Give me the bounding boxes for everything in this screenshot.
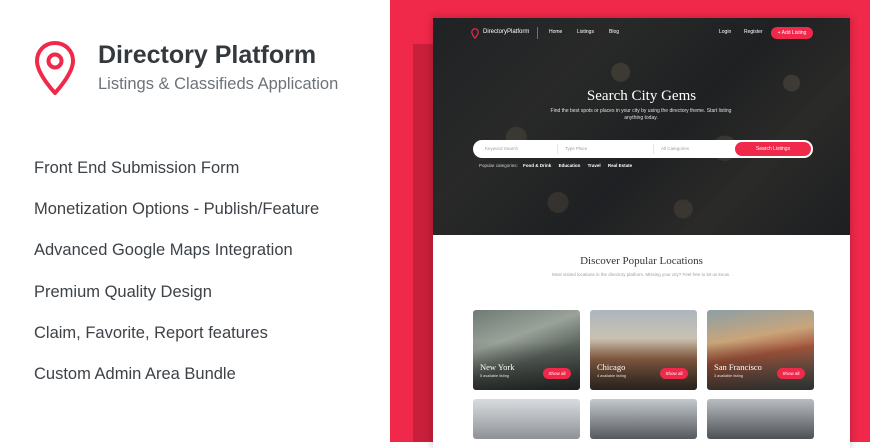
location-name: San Francisco [714,362,762,372]
search-divider [557,144,558,154]
hero-overlay [433,18,850,235]
category-chip[interactable]: Education [559,163,581,168]
hero-description: Find the best spots or places in your ci… [550,108,732,121]
location-name: Chicago [597,362,626,372]
location-card[interactable] [473,399,580,439]
location-card[interactable] [707,399,814,439]
product-title: Directory Platform [98,41,317,69]
nav-link-blog[interactable]: Blog [609,29,619,35]
search-listings-button[interactable]: Search Listings [735,142,811,156]
location-card-chicago[interactable]: Chicago 4 available listing Show all [590,310,697,390]
search-divider [653,144,654,154]
location-count: 3 available listing [714,374,743,378]
nav-login-link[interactable]: Login [719,29,731,35]
top-nav: DirectoryPlatform Home Listings Blog Log… [433,18,850,48]
nav-link-listings[interactable]: Listings [577,29,594,35]
show-all-button[interactable]: Show all [543,368,571,379]
hero-title: Search City Gems [586,88,697,104]
place-input[interactable]: Type Place [565,146,587,151]
feature-item: Premium Quality Design [34,282,212,301]
location-card-new-york[interactable]: New York 5 available listing Show all [473,310,580,390]
map-pin-icon [35,41,75,95]
show-all-button[interactable]: Show all [660,368,688,379]
locations-title: Discover Popular Locations [580,255,703,267]
preview-shadow [413,44,433,442]
feature-item: Monetization Options - Publish/Feature [34,200,320,219]
search-bar: Keyword Search Type Place All Categories… [473,140,813,158]
feature-item: Claim, Favorite, Report features [34,323,268,342]
locations-description: Most visited locations in the directory … [551,272,731,277]
category-chip[interactable]: Travel [588,163,601,168]
nav-register-link[interactable]: Register [744,29,763,35]
show-all-button[interactable]: Show all [777,368,805,379]
nav-link-home[interactable]: Home [549,29,562,35]
feature-item: Custom Admin Area Bundle [34,364,236,383]
location-card[interactable] [590,399,697,439]
location-card-san-francisco[interactable]: San Francisco 3 available listing Show a… [707,310,814,390]
feature-item: Advanced Google Maps Integration [34,241,293,260]
category-select[interactable]: All Categories [661,146,689,151]
keyword-search-input[interactable]: Keyword Search [485,146,518,151]
location-name: New York [480,362,515,372]
add-listing-button[interactable]: + Add Listing [771,27,813,39]
location-count: 5 available listing [480,374,509,378]
nav-brand[interactable]: DirectoryPlatform [483,29,529,35]
popular-categories-label: Popular categories: [479,163,518,168]
feature-item: Front End Submission Form [34,159,240,177]
category-chip[interactable]: Real Estate [608,163,632,168]
hero-section: DirectoryPlatform Home Listings Blog Log… [433,18,850,235]
feature-list: Front End Submission Form Monetization O… [34,157,319,404]
nav-map-pin-icon [471,28,479,39]
product-subtitle: Listings & Classifieds Application [98,75,339,93]
feature-panel: Directory Platform Listings & Classified… [0,0,390,442]
nav-divider [537,27,538,39]
location-count: 4 available listing [597,374,626,378]
popular-categories: Popular categories: Food & Drink Educati… [479,163,638,171]
category-chip[interactable]: Food & Drink [523,163,551,168]
website-preview: DirectoryPlatform Home Listings Blog Log… [433,18,850,448]
